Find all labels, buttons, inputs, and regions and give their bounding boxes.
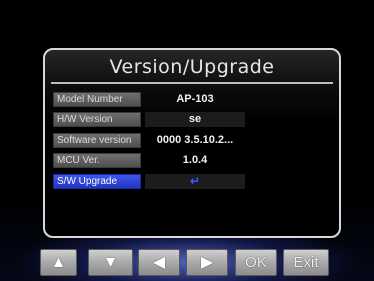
row-label: Model Number [53, 92, 141, 107]
up-arrow-icon: ▲ [50, 254, 67, 271]
osd-screen: Version/Upgrade Model Number AP-103 H/W … [0, 0, 374, 281]
title-divider [51, 82, 333, 84]
down-arrow-icon: ▼ [102, 254, 119, 271]
row-hw-version[interactable]: H/W Version se [53, 112, 333, 127]
row-mcu-version[interactable]: MCU Ver. 1.0.4 [53, 153, 333, 168]
row-label-selected: S/W Upgrade [53, 174, 141, 189]
row-label: MCU Ver. [53, 153, 141, 168]
row-software-version[interactable]: Software version 0000 3.5.10.2... [53, 133, 333, 148]
down-button[interactable]: ▼ [88, 249, 133, 276]
left-button[interactable]: ◀ [138, 249, 180, 276]
dialog-title: Version/Upgrade [109, 56, 275, 78]
version-upgrade-dialog: Version/Upgrade Model Number AP-103 H/W … [43, 48, 341, 238]
up-button[interactable]: ▲ [40, 249, 77, 276]
exit-button[interactable]: Exit [283, 249, 329, 276]
row-label: H/W Version [53, 112, 141, 127]
right-button[interactable]: ▶ [186, 249, 228, 276]
sw-upgrade-action[interactable]: ↵ [145, 174, 245, 189]
row-sw-upgrade[interactable]: S/W Upgrade ↵ [53, 174, 333, 189]
ok-button[interactable]: OK [235, 249, 277, 276]
enter-return-icon: ↵ [189, 174, 201, 188]
row-value: 1.0.4 [182, 154, 208, 166]
row-value: AP-103 [176, 93, 214, 105]
exit-label: Exit [293, 254, 319, 271]
row-label: Software version [53, 133, 141, 148]
row-model-number[interactable]: Model Number AP-103 [53, 92, 333, 107]
right-arrow-icon: ▶ [200, 254, 214, 271]
left-arrow-icon: ◀ [152, 254, 166, 271]
ok-label: OK [245, 254, 267, 271]
row-value: 0000 3.5.10.2... [156, 134, 234, 146]
row-value: se [145, 112, 245, 127]
